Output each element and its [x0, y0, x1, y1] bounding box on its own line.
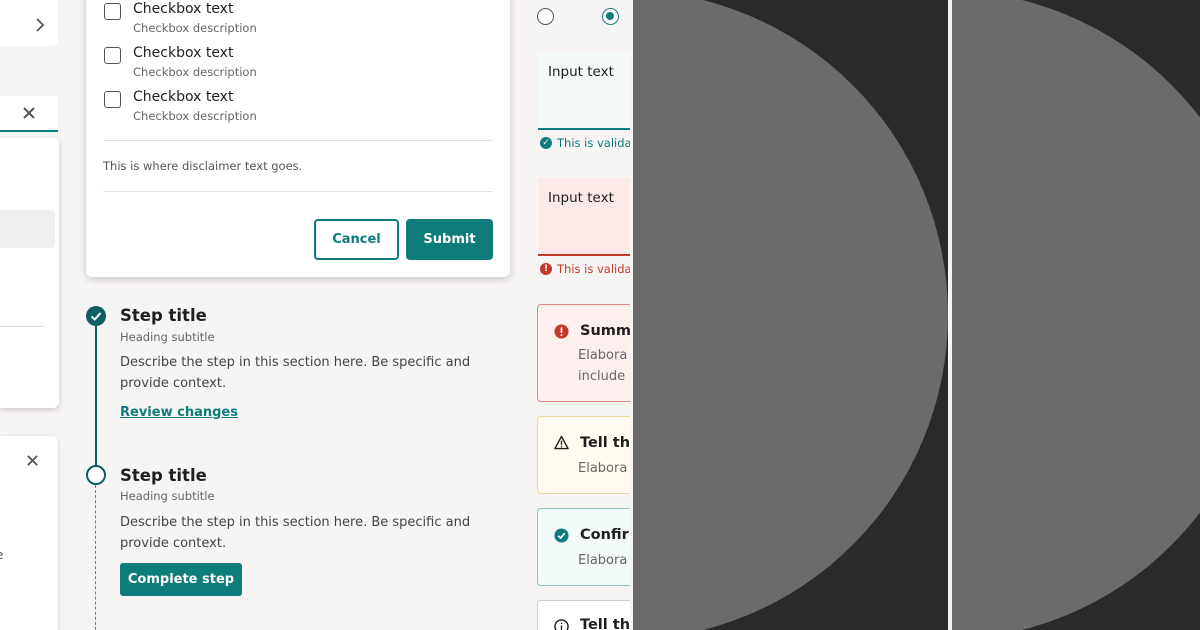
- step-pending-indicator: [86, 465, 106, 485]
- left-text-input[interactable]: [0, 96, 58, 132]
- step-description: Describe the step in this section here. …: [120, 515, 471, 551]
- step-subtitle: Heading subtitle: [120, 330, 215, 344]
- step-title: Step title: [120, 466, 207, 485]
- divider: [103, 191, 493, 192]
- checkbox-description: Checkbox description: [133, 65, 257, 79]
- left-dropdown-menu: [0, 138, 59, 408]
- cancel-button[interactable]: Cancel: [314, 219, 399, 260]
- invalid-text-input[interactable]: Input text: [538, 178, 630, 256]
- alert-body: Elabora: [578, 553, 628, 568]
- left-nav-card[interactable]: [0, 0, 58, 46]
- step-description: Describe the step in this section here. …: [120, 355, 471, 391]
- complete-step-button[interactable]: Complete step: [120, 563, 242, 596]
- success-alert: Confirr Elabora: [537, 508, 630, 586]
- check-circle-icon: ✓: [540, 137, 552, 149]
- dropdown-selected-item[interactable]: [0, 210, 55, 248]
- check-circle-icon: [554, 528, 569, 543]
- validation-message: ✓ This is valida: [540, 136, 630, 150]
- error-icon: [554, 324, 569, 339]
- step-title: Step title: [120, 306, 207, 325]
- checkbox[interactable]: [104, 47, 121, 64]
- step-subtitle: Heading subtitle: [120, 489, 215, 503]
- left-dialog: e: [0, 436, 58, 630]
- dropdown-divider: [0, 326, 44, 327]
- alert-title: Tell the: [580, 617, 630, 630]
- decorative-panel: [633, 0, 948, 630]
- radio-button-selected[interactable]: [602, 8, 619, 25]
- warning-alert: Tell the Elabora: [537, 416, 630, 494]
- checkbox-label: Checkbox text: [133, 89, 234, 105]
- divider: [103, 140, 493, 141]
- dialog-text-fragment: e: [0, 548, 3, 562]
- warning-icon: [554, 435, 569, 450]
- alert-title: Tell the: [580, 435, 630, 451]
- alert-title: Confirr: [580, 527, 630, 543]
- alert-title: Summa: [580, 323, 630, 339]
- radio-button[interactable]: [537, 8, 554, 25]
- checkbox[interactable]: [104, 3, 121, 20]
- checkbox-description: Checkbox description: [133, 109, 257, 123]
- alert-body: Elabora: [578, 461, 628, 476]
- error-text: This is valida: [557, 262, 630, 276]
- chevron-right-icon: [36, 18, 45, 32]
- step-complete-indicator: [86, 306, 106, 326]
- info-icon: [554, 619, 569, 630]
- review-changes-link[interactable]: Review changes: [120, 405, 238, 420]
- disclaimer-text: This is where disclaimer text goes.: [103, 159, 303, 173]
- info-alert: Tell the: [537, 600, 630, 630]
- stepper-connector-pending: [95, 485, 96, 630]
- input-value: Input text: [548, 190, 614, 206]
- checkmark-icon: [90, 312, 102, 321]
- error-icon: !: [540, 263, 552, 275]
- checkbox[interactable]: [104, 91, 121, 108]
- close-icon[interactable]: [22, 106, 36, 120]
- checkbox-label: Checkbox text: [133, 45, 234, 61]
- alert-body: include: [578, 369, 626, 384]
- close-icon[interactable]: [26, 454, 39, 467]
- submit-button[interactable]: Submit: [406, 219, 493, 260]
- error-alert: Summa Elabora include: [537, 304, 630, 402]
- error-message: ! This is valida: [540, 262, 630, 276]
- input-value: Input text: [548, 64, 614, 80]
- valid-text-input[interactable]: Input text: [538, 52, 630, 130]
- checkbox-dialog: Checkbox text Checkbox description Check…: [86, 0, 510, 277]
- alert-body: Elabora: [578, 348, 628, 363]
- validation-text: This is valida: [557, 136, 630, 150]
- decorative-panel: [952, 0, 1200, 630]
- half-circle-shape: [952, 0, 1200, 630]
- checkbox-label: Checkbox text: [133, 1, 234, 17]
- checkbox-description: Checkbox description: [133, 21, 257, 35]
- stepper-connector-complete: [95, 326, 97, 465]
- half-circle-shape: [633, 0, 948, 630]
